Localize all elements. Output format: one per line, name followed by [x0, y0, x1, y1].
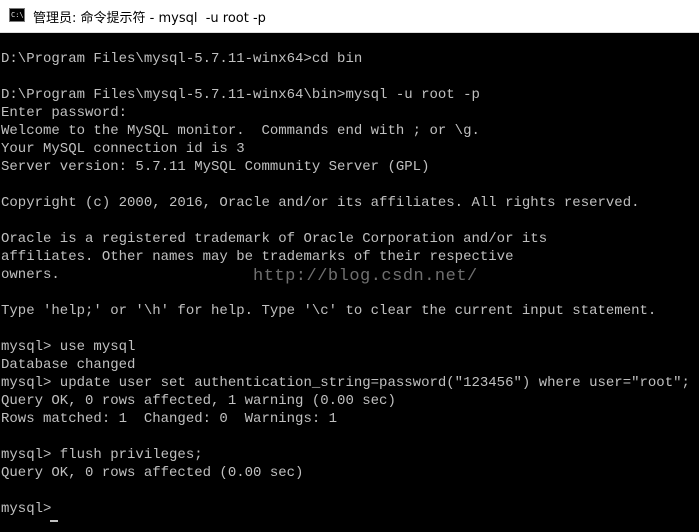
console-line: Welcome to the MySQL monitor. Commands e…: [1, 123, 480, 139]
console-line: Query OK, 0 rows affected (0.00 sec): [1, 465, 304, 481]
console-line: D:\Program Files\mysql-5.7.11-winx64\bin…: [1, 87, 480, 103]
title-bar[interactable]: C:\ 管理员: 命令提示符 - mysql -u root -p: [0, 0, 699, 33]
console-line: Server version: 5.7.11 MySQL Community S…: [1, 159, 430, 175]
console-line: mysql> use mysql: [1, 339, 136, 355]
window-title: 管理员: 命令提示符 - mysql -u root -p: [33, 11, 266, 26]
console-line: Rows matched: 1 Changed: 0 Warnings: 1: [1, 411, 338, 427]
console-line: Database changed: [1, 357, 136, 373]
console-line: Enter password:: [1, 105, 128, 121]
console-line: mysql> flush privileges;: [1, 447, 203, 463]
console-line: Copyright (c) 2000, 2016, Oracle and/or …: [1, 195, 640, 211]
console-icon: C:\: [9, 8, 25, 22]
console-line: Oracle is a registered trademark of Orac…: [1, 231, 548, 247]
console-line: Your MySQL connection id is 3: [1, 141, 245, 157]
command-prompt-window: C:\ 管理员: 命令提示符 - mysql -u root -p D:\Pro…: [0, 0, 699, 532]
console-line: mysql> update user set authentication_st…: [1, 375, 690, 391]
watermark-text: http://blog.csdn.net/: [253, 267, 478, 286]
console-line: Query OK, 0 rows affected, 1 warning (0.…: [1, 393, 396, 409]
console-line: affiliates. Other names may be trademark…: [1, 249, 514, 265]
text-cursor: [50, 520, 58, 522]
mysql-prompt: mysql>: [1, 501, 52, 517]
console-output[interactable]: D:\Program Files\mysql-5.7.11-winx64>cd …: [0, 47, 699, 532]
console-line: D:\Program Files\mysql-5.7.11-winx64>cd …: [1, 51, 363, 67]
console-line: Type 'help;' or '\h' for help. Type '\c'…: [1, 303, 657, 319]
console-line: owners.: [1, 267, 60, 283]
